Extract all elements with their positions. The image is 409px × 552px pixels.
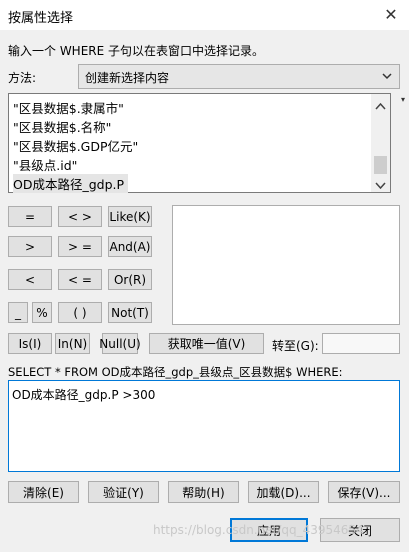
equals-button[interactable]: = [8,206,52,227]
like-button[interactable]: Like(K) [108,206,152,227]
or-button[interactable]: Or(R) [108,269,152,290]
not-equals-button[interactable]: < > [58,206,102,227]
less-equal-button[interactable]: < = [58,269,102,290]
get-unique-values-button[interactable]: 获取唯一值(V) [149,333,264,354]
intro-text: 输入一个 WHERE 子句以在表窗口中选择记录。 [8,44,265,58]
save-button[interactable]: 保存(V)... [328,481,400,503]
load-button[interactable]: 加载(D)... [248,481,319,503]
chevron-down-icon [381,70,393,85]
close-icon[interactable]: ✕ [378,3,404,27]
goto-label: 转至(G): [272,339,319,353]
list-item[interactable]: "区县数据$.GDP亿元" [13,136,138,155]
list-item[interactable]: "县级点.id" [13,155,77,174]
watermark: https://blog.csdn.net/qq_43954654 [153,523,364,537]
null-button[interactable]: Null(U) [99,333,141,354]
where-clause-text: OD成本路径_gdp.P >300 [12,388,156,402]
list-item-selected[interactable]: OD成本路径_gdp.P [13,174,129,193]
method-select-value: 创建新选择内容 [85,71,170,85]
not-button[interactable]: Not(T) [108,302,152,323]
underscore-button[interactable]: _ [8,302,28,323]
list-item[interactable]: "区县数据$.隶属市" [13,98,124,117]
scroll-up-icon[interactable] [375,99,386,113]
verify-button[interactable]: 验证(Y) [88,481,159,503]
method-select[interactable]: 创建新选择内容 [78,64,400,89]
less-than-button[interactable]: < [8,269,52,290]
clear-button[interactable]: 清除(E) [8,481,79,503]
parentheses-button[interactable]: ( ) [58,302,102,323]
sql-prefix: SELECT * FROM OD成本路径_gdp_县级点_区县数据$ WHERE… [8,365,343,379]
in-button[interactable]: In(N) [55,333,90,354]
is-button[interactable]: Is(I) [8,333,52,354]
greater-equal-button[interactable]: > = [58,236,102,257]
list-scrollbar[interactable] [371,94,390,192]
field-list[interactable]: "区县数据$.隶属市" "区县数据$.名称" "区县数据$.GDP亿元" "县级… [8,93,391,193]
help-button[interactable]: 帮助(H) [168,481,239,503]
percent-button[interactable]: % [32,302,52,323]
window-title: 按属性选择 [8,11,74,26]
method-label: 方法: [8,71,37,85]
goto-input[interactable] [322,333,400,354]
unique-values-list[interactable] [172,205,400,325]
list-item[interactable]: "区县数据$.名称" [13,117,111,136]
and-button[interactable]: And(A) [108,236,152,257]
scroll-down-icon[interactable] [375,179,386,193]
scroll-thumb[interactable] [374,156,387,174]
resize-marker: ▾ [401,95,406,104]
greater-than-button[interactable]: > [8,236,52,257]
where-clause-textarea[interactable]: OD成本路径_gdp.P >300 [8,380,400,472]
